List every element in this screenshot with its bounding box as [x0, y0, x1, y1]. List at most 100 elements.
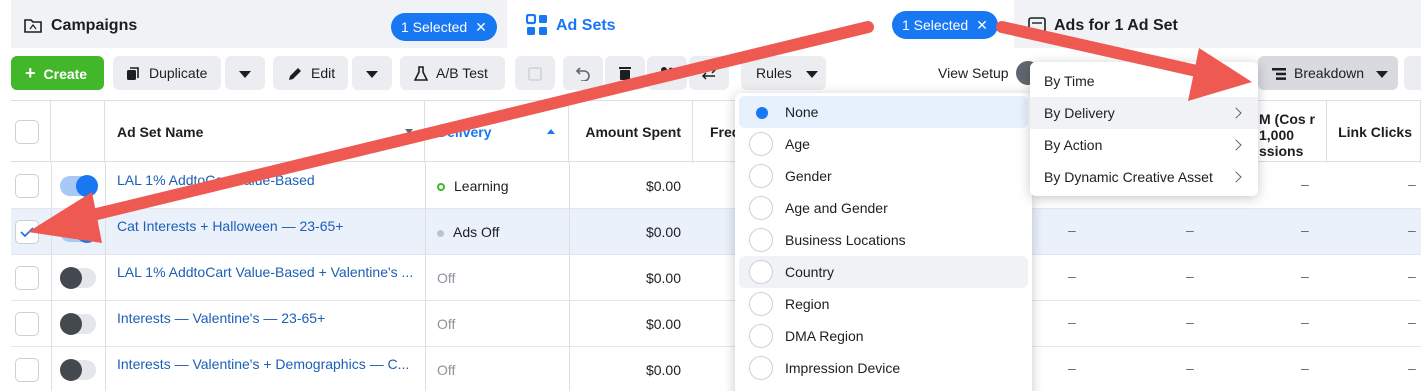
ad-sets-selected-pill[interactable]: 1 Selected ✕: [892, 11, 998, 39]
delete-button[interactable]: [605, 56, 645, 90]
ads-manager: Campaigns 1 Selected ✕ Ad Sets 1 Selected…: [0, 0, 1421, 391]
column-amount-spent-label: Amount Spent: [585, 124, 681, 140]
close-icon[interactable]: ✕: [976, 17, 988, 33]
breakdown-option[interactable]: Impression Device: [739, 352, 1028, 384]
row-toggle[interactable]: [60, 313, 96, 335]
edit-dropdown[interactable]: [352, 56, 392, 90]
row-checkbox[interactable]: [15, 266, 39, 290]
ab-test-button[interactable]: A/B Test: [400, 56, 505, 90]
row-toggle[interactable]: [60, 175, 98, 197]
create-label: Create: [43, 66, 88, 82]
delivery-status: Ads Off: [437, 224, 499, 240]
row-checkbox[interactable]: [15, 174, 39, 198]
column-delivery[interactable]: Delivery: [425, 101, 569, 163]
ad-set-name-link[interactable]: Interests — Valentine's + Demographics —…: [117, 356, 417, 372]
breakdown-option[interactable]: Gender: [739, 160, 1028, 192]
grid-icon: [526, 14, 547, 35]
radio-button[interactable]: [749, 260, 773, 284]
empty-metric: –: [1408, 360, 1416, 376]
status-dot-icon: [437, 183, 445, 192]
ad-icon: [1028, 17, 1046, 33]
radio-button[interactable]: [749, 164, 773, 188]
chevron-down-icon: [239, 70, 251, 78]
ad-set-name-link[interactable]: Cat Interests + Halloween — 23-65+: [117, 218, 417, 234]
breakdown-category-item[interactable]: By Dynamic Creative Asset: [1030, 161, 1258, 193]
breakdown-option[interactable]: None: [739, 96, 1028, 128]
duplicate-button[interactable]: Duplicate: [113, 56, 221, 90]
tab-ads[interactable]: Ads for 1 Ad Set: [1014, 0, 1421, 48]
empty-metric: –: [1408, 222, 1416, 238]
breakdown-option[interactable]: Age and Gender: [739, 192, 1028, 224]
toggle-column: [51, 101, 105, 163]
breakdown-option[interactable]: DMA Region: [739, 320, 1028, 352]
row-checkbox[interactable]: [15, 220, 39, 244]
clipboard-icon: [528, 67, 542, 81]
radio-button[interactable]: [749, 292, 773, 316]
row-toggle[interactable]: [60, 221, 98, 243]
amount-spent-value: $0.00: [645, 362, 681, 378]
table-row[interactable]: LAL 1% AddtoCart Value-Based + Valentine…: [11, 255, 1421, 301]
column-amount-spent[interactable]: Amount Spent: [569, 101, 693, 163]
table-row[interactable]: Interests — Valentine's + Demographics —…: [11, 347, 1421, 391]
tab-campaigns[interactable]: Campaigns 1 Selected ✕: [11, 0, 507, 48]
campaigns-selected-pill[interactable]: 1 Selected ✕: [391, 13, 497, 41]
breakdown-option-label: Age and Gender: [785, 200, 888, 216]
breakdown-button[interactable]: Breakdown: [1258, 56, 1398, 90]
checkmark-icon: [20, 227, 34, 238]
breakdown-option-label: Country: [785, 264, 835, 280]
undo-button[interactable]: [563, 56, 603, 90]
radio-button[interactable]: [749, 356, 773, 380]
table-row[interactable]: Cat Interests + Halloween — 23-65+ Ads Of…: [11, 209, 1421, 255]
sort-asc-icon: [547, 129, 555, 134]
row-toggle[interactable]: [60, 267, 96, 289]
row-toggle[interactable]: [60, 359, 96, 381]
select-all-checkbox[interactable]: [15, 120, 39, 144]
radio-button[interactable]: [749, 324, 773, 348]
delivery-label: Off: [437, 316, 456, 332]
rules-button[interactable]: Rules: [741, 56, 826, 90]
empty-metric: –: [1408, 268, 1416, 284]
duplicate-dropdown[interactable]: [225, 56, 265, 90]
undo-icon: [575, 67, 590, 81]
breakdown-option[interactable]: Age: [739, 128, 1028, 160]
ad-set-name-link[interactable]: Interests — Valentine's — 23-65+: [117, 310, 417, 326]
create-button[interactable]: + Create: [11, 56, 104, 90]
radio-button[interactable]: [749, 196, 773, 220]
empty-metric: –: [1068, 222, 1076, 238]
breakdown-option[interactable]: Country: [739, 256, 1028, 288]
tab-ad-sets-label: Ad Sets: [556, 17, 616, 34]
empty-metric: –: [1408, 314, 1416, 330]
breakdown-category-item[interactable]: By Action: [1030, 129, 1258, 161]
empty-metric: –: [1186, 314, 1194, 330]
breakdown-category-item[interactable]: By Time: [1030, 65, 1258, 97]
breakdown-option-label: Gender: [785, 168, 832, 184]
column-ad-set-name[interactable]: Ad Set Name: [105, 101, 425, 163]
breakdown-option-label: None: [785, 104, 819, 120]
sort-icon: [405, 129, 413, 134]
close-icon[interactable]: ✕: [475, 19, 487, 35]
delivery-status: Learning: [437, 178, 509, 194]
clipboard-button[interactable]: [515, 56, 555, 90]
chevron-down-icon: [1376, 70, 1389, 78]
radio-button[interactable]: [749, 132, 773, 156]
table-row[interactable]: Interests — Valentine's — 23-65+ Off $0.00…: [11, 301, 1421, 347]
radio-button[interactable]: [749, 228, 773, 252]
breakdown-option-label: DMA Region: [785, 328, 864, 344]
radio-button[interactable]: [749, 100, 773, 124]
row-checkbox[interactable]: [15, 312, 39, 336]
tab-ad-sets[interactable]: Ad Sets 1 Selected ✕: [512, 0, 1008, 48]
edit-button[interactable]: Edit: [273, 56, 348, 90]
empty-metric: –: [1068, 314, 1076, 330]
audience-button[interactable]: [647, 56, 687, 90]
ad-set-name-link[interactable]: LAL 1% AddtoCart Value-Based: [117, 172, 417, 188]
row-checkbox[interactable]: [15, 358, 39, 382]
ad-set-name-link[interactable]: LAL 1% AddtoCart Value-Based + Valentine…: [117, 264, 417, 280]
more-button[interactable]: [1404, 56, 1421, 90]
delivery-label: Off: [437, 362, 456, 378]
breakdown-category-item[interactable]: By Delivery: [1030, 97, 1258, 129]
empty-metric: –: [1301, 360, 1309, 376]
breakdown-option[interactable]: Region: [739, 288, 1028, 320]
column-link-clicks[interactable]: Link Clicks: [1327, 101, 1421, 163]
breakdown-option[interactable]: Business Locations: [739, 224, 1028, 256]
compare-button[interactable]: [689, 56, 729, 90]
